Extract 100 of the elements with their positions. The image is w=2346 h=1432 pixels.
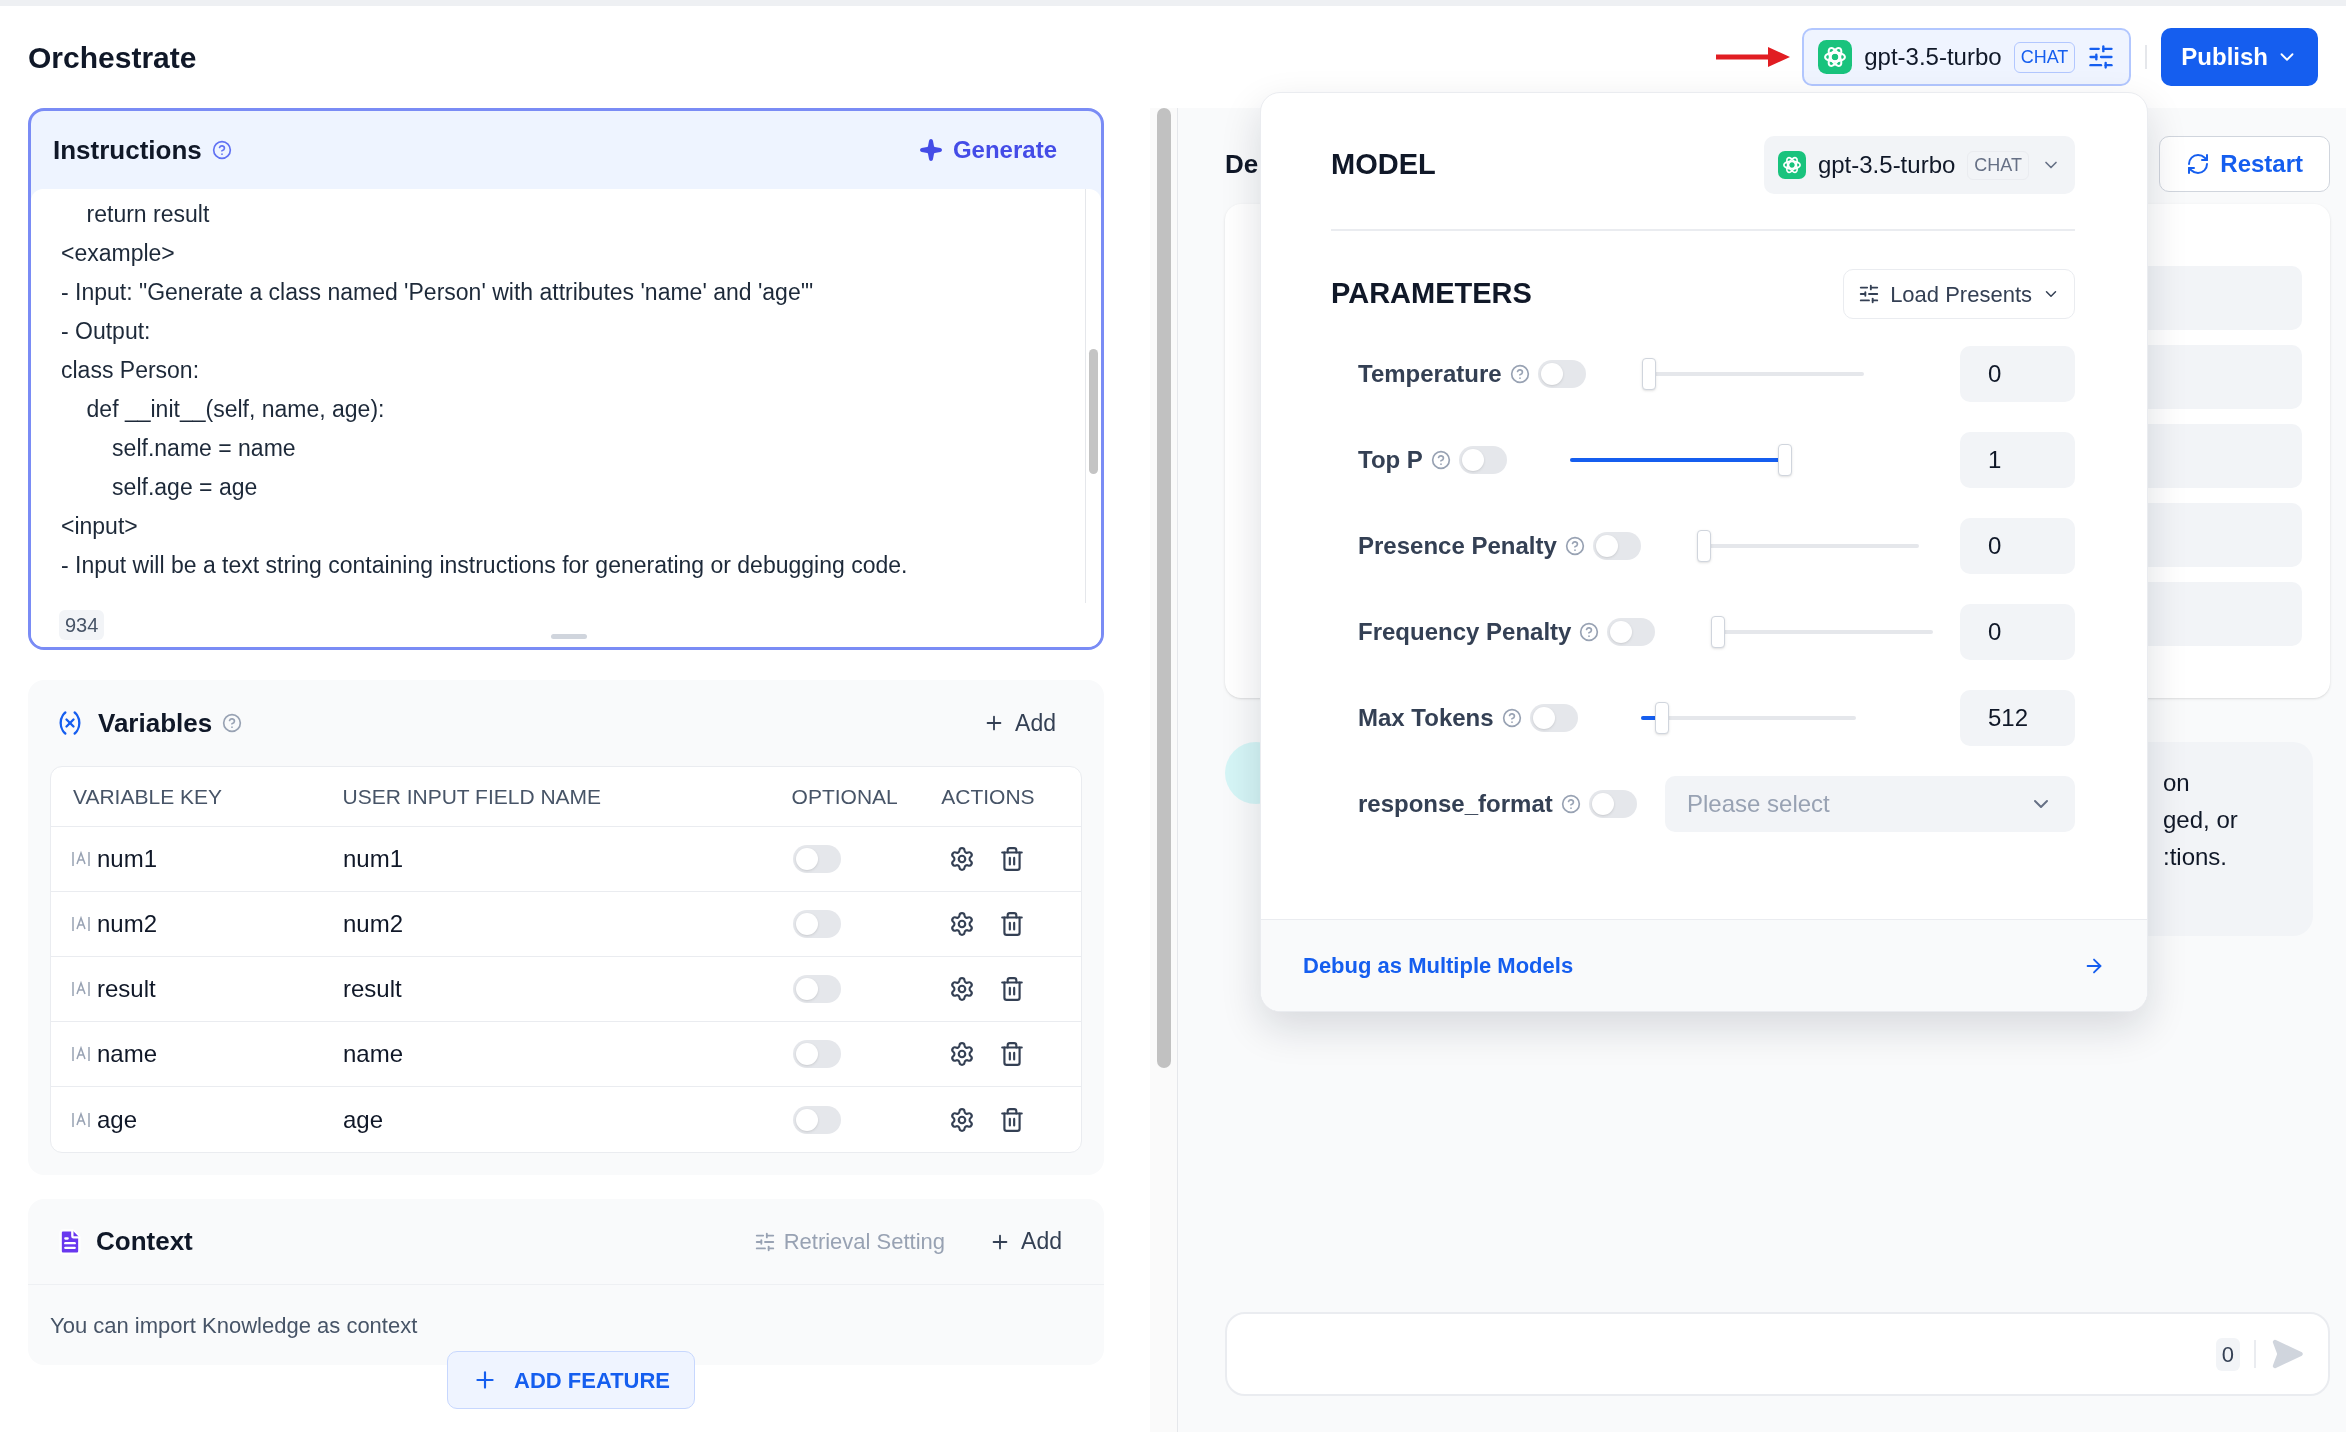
section-title: Context xyxy=(96,1225,193,1258)
generate-button[interactable]: Generate xyxy=(918,132,1057,168)
variable-key: name xyxy=(97,1036,158,1072)
field-name: num1 xyxy=(343,844,405,874)
mode-badge: CHAT xyxy=(1967,150,2029,180)
variable-key: num2 xyxy=(97,906,158,942)
model-logo-icon xyxy=(1777,151,1806,179)
toggle-switch[interactable] xyxy=(793,910,841,938)
trash-icon[interactable] xyxy=(999,846,1025,872)
add-button[interactable]: Add xyxy=(983,705,1056,741)
help-icon xyxy=(1579,622,1600,642)
add-button[interactable]: Add xyxy=(989,1224,1062,1259)
text-type-icon xyxy=(71,849,91,869)
settings-icon[interactable] xyxy=(949,846,975,872)
slider-thumb[interactable] xyxy=(1641,358,1656,390)
toggle-switch[interactable] xyxy=(793,1040,841,1068)
variable-key: num1 xyxy=(97,841,158,877)
slider-thumb[interactable] xyxy=(1711,616,1726,648)
model-logo-icon xyxy=(1818,40,1853,74)
trash-icon[interactable] xyxy=(999,1106,1025,1133)
slider-thumb[interactable] xyxy=(1777,444,1792,476)
parameter-label: Frequency Penalty xyxy=(1358,617,1572,647)
toggle-switch[interactable] xyxy=(1458,446,1507,474)
toggle-switch[interactable] xyxy=(793,845,841,873)
sliders-icon xyxy=(753,1230,776,1253)
variable-key: age xyxy=(97,1101,138,1138)
sliders-icon xyxy=(2087,43,2116,71)
help-icon xyxy=(1509,364,1530,384)
settings-icon[interactable] xyxy=(949,1041,975,1067)
help-icon xyxy=(1564,536,1585,556)
message-text: on xyxy=(2163,768,2190,798)
field-name: name xyxy=(343,1039,405,1069)
publish-button[interactable]: Publish xyxy=(2161,28,2318,86)
load-presets-button[interactable]: Load Presents xyxy=(1843,269,2075,319)
scrollbar-thumb[interactable] xyxy=(1157,108,1171,1068)
column-header: USER INPUT FIELD NAME xyxy=(342,783,603,810)
toggle-switch[interactable] xyxy=(1607,618,1656,646)
section-heading: MODEL xyxy=(1331,147,1436,183)
help-icon xyxy=(1501,708,1522,728)
value-field[interactable]: 0 xyxy=(1960,518,2075,574)
trash-icon[interactable] xyxy=(999,1041,1025,1067)
settings-icon[interactable] xyxy=(949,911,975,937)
toggle-switch[interactable] xyxy=(1592,532,1641,560)
value-field[interactable]: 0 xyxy=(1960,346,2075,402)
add-feature-button[interactable]: ADD FEATURE xyxy=(447,1351,696,1409)
trash-icon[interactable] xyxy=(999,911,1025,937)
parameter-label: Presence Penalty xyxy=(1358,531,1557,561)
resize-handle[interactable] xyxy=(551,634,587,639)
field-name: age xyxy=(343,1104,385,1135)
section-title: Instructions xyxy=(53,133,202,167)
section-heading: PARAMETERS xyxy=(1331,276,1532,312)
field-name: result xyxy=(343,974,403,1004)
value-field[interactable]: 512 xyxy=(1960,690,2075,746)
help-icon xyxy=(1560,794,1581,814)
text-type-icon xyxy=(71,1044,91,1064)
parameter-label: Max Tokens xyxy=(1358,703,1494,733)
help-icon xyxy=(222,713,243,733)
message-text: ged, or xyxy=(2163,805,2238,835)
parameter-label: Top P xyxy=(1358,445,1423,475)
scrollbar-thumb[interactable] xyxy=(1089,349,1098,474)
value-field[interactable]: 0 xyxy=(1960,604,2075,660)
field-name: num2 xyxy=(343,909,405,939)
model-dropdown[interactable]: gpt-3.5-turbo CHAT xyxy=(1763,136,2075,194)
help-icon xyxy=(1430,450,1451,470)
section-title: Variables xyxy=(98,706,213,740)
mode-badge: CHAT xyxy=(2013,41,2076,73)
character-count: 934 xyxy=(59,610,105,640)
sliders-icon xyxy=(1858,283,1881,305)
toggle-switch[interactable] xyxy=(793,1105,841,1134)
column-header: VARIABLE KEY xyxy=(72,783,223,810)
send-icon[interactable] xyxy=(2270,1337,2304,1371)
toggle-switch[interactable] xyxy=(1529,704,1578,732)
text-type-icon xyxy=(71,979,91,999)
toggle-switch[interactable] xyxy=(1588,790,1637,818)
value-field[interactable]: 1 xyxy=(1960,432,2075,488)
sparkle-icon xyxy=(918,138,943,162)
token-count: 0 xyxy=(2215,1337,2240,1371)
panel-title: De xyxy=(1225,147,1259,181)
message-text: :tions. xyxy=(2163,842,2228,872)
debug-multiple-models-link[interactable]: Debug as Multiple Models xyxy=(1303,949,1574,982)
model-selector-button[interactable]: gpt-3.5-turbo CHAT xyxy=(1802,28,2132,86)
column-header: ACTIONS xyxy=(941,783,1036,810)
text-type-icon xyxy=(71,914,91,934)
toggle-switch[interactable] xyxy=(793,975,841,1003)
variable-key: result xyxy=(97,971,156,1007)
parameter-label: response_format xyxy=(1358,789,1553,819)
help-icon xyxy=(211,140,232,160)
page-title: Orchestrate xyxy=(28,39,197,76)
settings-icon[interactable] xyxy=(949,1106,975,1133)
chat-input[interactable]: 0 xyxy=(1225,1312,2330,1396)
slider-thumb[interactable] xyxy=(1696,530,1711,562)
restart-button[interactable]: Restart xyxy=(2159,136,2330,192)
slider-thumb[interactable] xyxy=(1655,702,1670,734)
parameter-label: Temperature xyxy=(1358,359,1502,389)
settings-icon[interactable] xyxy=(949,976,975,1002)
column-header: OPTIONAL xyxy=(791,783,899,810)
toggle-switch[interactable] xyxy=(1537,360,1586,388)
prompt-text[interactable]: return result <example> - Input: "Generate a class named 'Person' with attributes 'name' and 'age'" - Output: class Person: def __init__(self, name, age): self.name = name self.age = age <input> - Input will be a text string containing instructions for generating or debugging code. xyxy=(31,189,1085,603)
trash-icon[interactable] xyxy=(999,976,1025,1002)
context-hint: You can import Knowledge as context xyxy=(50,1311,418,1340)
